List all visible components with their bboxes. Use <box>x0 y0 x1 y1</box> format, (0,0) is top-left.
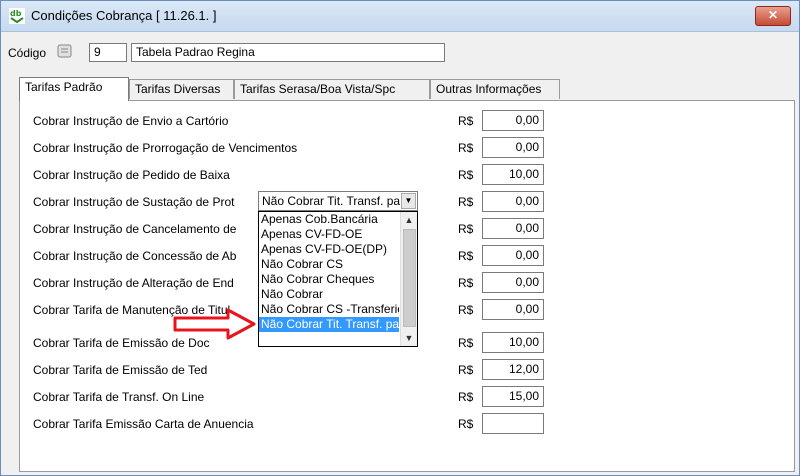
tab-panel: Cobrar Instrução de Envio a Cartório R$ … <box>19 100 795 472</box>
svg-text:db: db <box>10 9 22 18</box>
dropdown-option[interactable]: Não Cobrar CS <box>259 257 399 272</box>
value-input-cancelamento[interactable]: 0,00 <box>482 218 544 239</box>
close-button[interactable]: ✕ <box>755 6 791 26</box>
value-input-prorrogacao[interactable]: 0,00 <box>482 137 544 158</box>
value-input-carta-anuencia[interactable] <box>482 413 544 434</box>
row-label-sustacao: Cobrar Instrução de Sustação de Prot <box>33 195 235 209</box>
scroll-down-icon[interactable]: ▼ <box>401 330 417 346</box>
lookup-icon[interactable] <box>57 44 73 58</box>
value-input-emissao-ted[interactable]: 12,00 <box>482 359 544 380</box>
codigo-label: Código <box>8 46 47 60</box>
row-label-pedido-baixa: Cobrar Instrução de Pedido de Baixa <box>33 168 230 182</box>
dropdown-option[interactable]: Não Cobrar Cheques <box>259 272 399 287</box>
value-input-concessao[interactable]: 0,00 <box>482 245 544 266</box>
currency-label: R$ <box>458 336 474 350</box>
value-input-sustacao[interactable]: 0,00 <box>482 191 544 212</box>
dropdown-scrollbar[interactable]: ▲ ▼ <box>400 212 417 346</box>
row-label-envio-cartorio: Cobrar Instrução de Envio a Cartório <box>33 114 229 128</box>
value-input-emissao-doc[interactable]: 10,00 <box>482 332 544 353</box>
scroll-up-icon[interactable]: ▲ <box>401 212 417 228</box>
app-icon: db <box>9 8 25 24</box>
currency-label: R$ <box>458 195 474 209</box>
value-input-transf-online[interactable]: 15,00 <box>482 386 544 407</box>
dropdown-option[interactable]: Apenas Cob.Bancária <box>259 212 399 227</box>
value-input-alteracao[interactable]: 0,00 <box>482 272 544 293</box>
value-input-envio-cartorio[interactable]: 0,00 <box>482 110 544 131</box>
title-bar[interactable]: db Condições Cobrança [ 11.26.1. ] ✕ <box>1 1 799 32</box>
currency-label: R$ <box>458 417 474 431</box>
row-label-emissao-ted: Cobrar Tarifa de Emissão de Ted <box>33 363 208 377</box>
combo-selected-value: Não Cobrar Tit. Transf. pa <box>262 194 400 208</box>
currency-label: R$ <box>458 222 474 236</box>
value-input-pedido-baixa[interactable]: 10,00 <box>482 164 544 185</box>
dropdown-option[interactable]: Apenas CV-FD-OE <box>259 227 399 242</box>
pedido-baixa-combo[interactable]: Não Cobrar Tit. Transf. pa ▼ <box>258 191 418 211</box>
dialog-body: Código 9 Tabela Padrao Regina Tarifas Pa… <box>5 32 795 472</box>
currency-label: R$ <box>458 363 474 377</box>
row-label-concessao: Cobrar Instrução de Concessão de Ab <box>33 249 237 263</box>
currency-label: R$ <box>458 303 474 317</box>
tab-outras-informacoes[interactable]: Outras Informações <box>430 79 560 99</box>
currency-label: R$ <box>458 390 474 404</box>
nome-input[interactable]: Tabela Padrao Regina <box>131 43 445 62</box>
tab-tarifas-padrao[interactable]: Tarifas Padrão <box>19 77 129 101</box>
value-input-manutencao[interactable]: 0,00 <box>482 299 544 320</box>
currency-label: R$ <box>458 141 474 155</box>
currency-label: R$ <box>458 276 474 290</box>
currency-label: R$ <box>458 249 474 263</box>
tab-tarifas-serasa[interactable]: Tarifas Serasa/Boa Vista/Spc <box>234 79 430 99</box>
pedido-baixa-dropdown: Apenas Cob.Bancária Apenas CV-FD-OE Apen… <box>258 211 418 347</box>
window-title: Condições Cobrança [ 11.26.1. ] <box>31 8 217 23</box>
scroll-thumb[interactable] <box>403 229 416 327</box>
row-label-cancelamento: Cobrar Instrução de Cancelamento de <box>33 222 237 236</box>
row-label-prorrogacao: Cobrar Instrução de Prorrogação de Venci… <box>33 141 298 155</box>
row-label-alteracao: Cobrar Instrução de Alteração de End <box>33 276 234 290</box>
dropdown-option[interactable]: Não Cobrar CS -Transferic <box>259 302 399 317</box>
currency-label: R$ <box>458 168 474 182</box>
dialog-window: db Condições Cobrança [ 11.26.1. ] ✕ Cód… <box>0 0 800 476</box>
row-label-carta-anuencia: Cobrar Tarifa Emissão Carta de Anuencia <box>33 417 254 431</box>
codigo-input[interactable]: 9 <box>89 43 127 62</box>
annotation-arrow-icon <box>173 308 256 340</box>
chevron-down-icon[interactable]: ▼ <box>401 193 416 209</box>
row-label-transf-online: Cobrar Tarifa de Transf. On Line <box>33 390 205 404</box>
dropdown-option[interactable]: Não Cobrar <box>259 287 399 302</box>
dropdown-option-selected[interactable]: Não Cobrar Tit. Transf. pa <box>259 317 399 332</box>
currency-label: R$ <box>458 114 474 128</box>
tab-tarifas-diversas[interactable]: Tarifas Diversas <box>129 79 234 99</box>
close-icon: ✕ <box>767 8 779 22</box>
dropdown-option[interactable]: Apenas CV-FD-OE(DP) <box>259 242 399 257</box>
